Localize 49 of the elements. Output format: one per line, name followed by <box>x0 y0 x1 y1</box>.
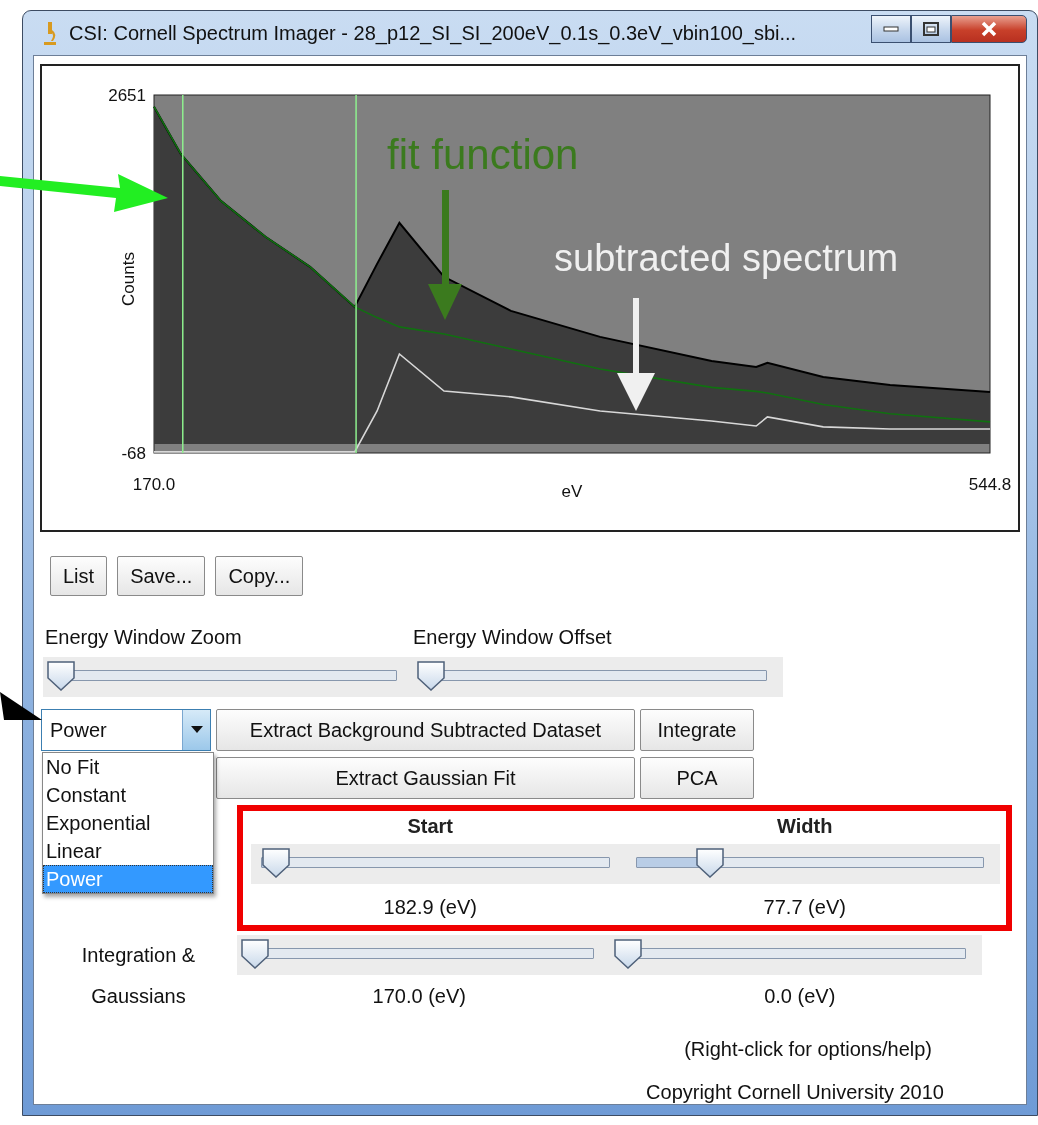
help-text: (Right-click for options/help) <box>684 1038 932 1061</box>
maximize-button[interactable] <box>911 15 951 43</box>
y-tick-label: 2651 <box>108 86 146 105</box>
toolbar-button[interactable]: Save... <box>117 556 206 596</box>
microscope-icon <box>41 20 59 46</box>
y-tick-label: -68 <box>121 444 146 463</box>
dropdown-button[interactable] <box>182 710 210 750</box>
minimize-button[interactable] <box>871 15 911 43</box>
dropdown-option[interactable]: Linear <box>43 837 213 865</box>
toolbar-button[interactable]: Copy... <box>215 556 304 596</box>
slider-value: 170.0 (eV) <box>371 985 467 1008</box>
section-label: Gaussians <box>90 985 187 1008</box>
slider-thumb[interactable] <box>696 848 724 878</box>
slider-value: 182.9 (eV) <box>382 895 478 919</box>
slider-value: 0.0 (eV) <box>763 985 837 1008</box>
dropdown-option[interactable]: No Fit <box>43 753 213 781</box>
slider-thumb[interactable] <box>261 848 290 878</box>
window-title: CSI: Cornell Spectrum Imager - 28_p12_SI_SI_200eV_0.1s_0.3eV_vbin100_sbi... <box>69 21 798 45</box>
copyright-text: Copyright Cornell University 2010 <box>646 1081 944 1104</box>
callout-text: subtracted spectrum <box>554 237 899 279</box>
action-button[interactable]: Extract Background Subtracted Dataset <box>216 709 635 751</box>
close-button[interactable] <box>951 15 1027 43</box>
slider-thumb[interactable] <box>613 939 642 969</box>
x-tick-label: 170.0 <box>132 475 176 494</box>
slider-label: Energy Window Zoom <box>44 626 243 650</box>
close-icon <box>980 21 998 37</box>
maximize-icon <box>923 22 939 36</box>
window-marker-line[interactable] <box>355 94 357 454</box>
window-marker-line[interactable] <box>182 94 184 454</box>
x-tick-label: 544.8 <box>968 475 1012 494</box>
slider-thumb[interactable] <box>417 661 445 691</box>
section-label: Integration & <box>80 943 197 967</box>
y-axis-label: Counts <box>119 252 138 306</box>
slider-label: Width <box>776 815 834 839</box>
slider-value: 77.7 (eV) <box>762 895 847 919</box>
slider-thumb[interactable] <box>241 939 269 969</box>
caret-icon <box>190 726 203 734</box>
minimize-icon <box>883 26 899 32</box>
slider-label: Energy Window Offset <box>412 626 613 650</box>
toolbar-button[interactable]: List <box>50 556 108 596</box>
action-button[interactable]: Extract Gaussian Fit <box>216 757 635 799</box>
slider-thumb[interactable] <box>47 661 75 691</box>
action-button[interactable]: PCA <box>640 757 754 799</box>
action-button[interactable]: Integrate <box>640 709 754 751</box>
dropdown-option[interactable]: Exponential <box>43 809 213 837</box>
dropdown-option[interactable]: Constant <box>43 781 213 809</box>
slider-label: Start <box>406 815 455 839</box>
x-axis-label: eV <box>561 482 583 501</box>
callout-text: fit function <box>387 131 579 178</box>
